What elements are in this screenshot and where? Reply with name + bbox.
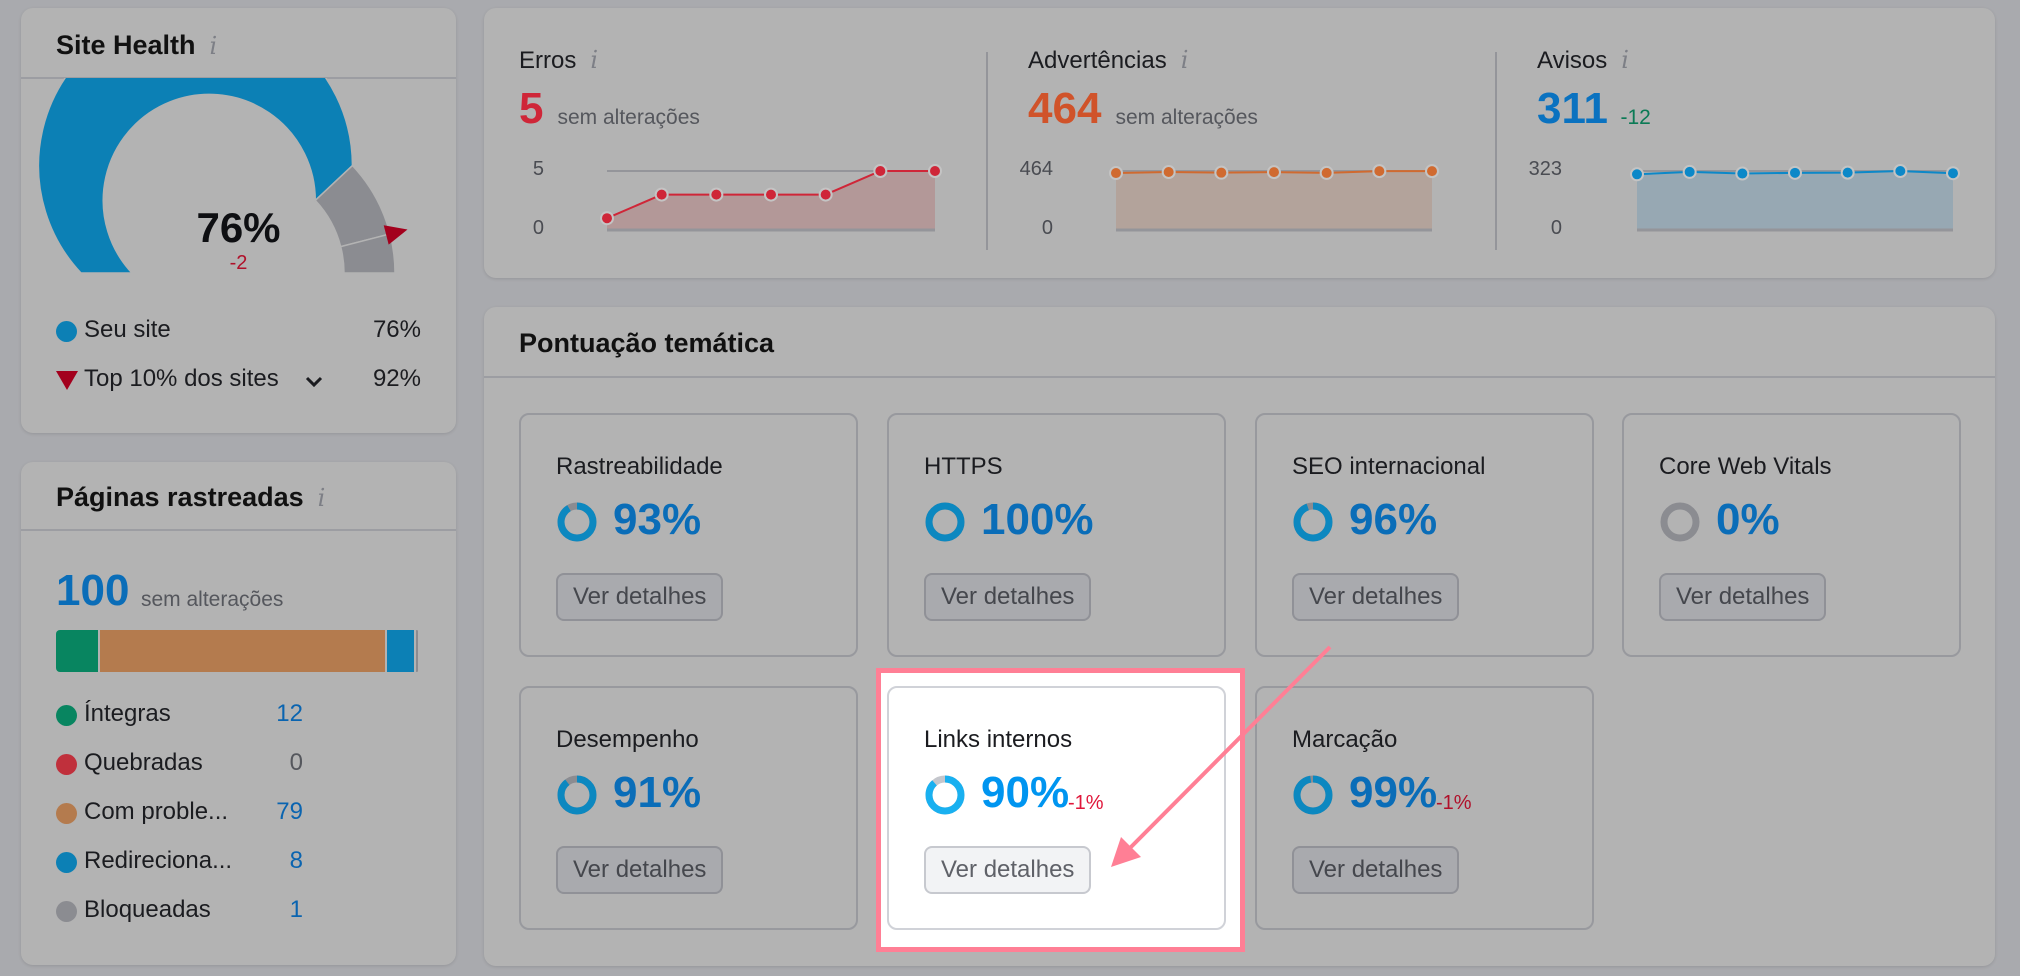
thematic-card: Links internos 90% -1% Ver detalhes bbox=[887, 686, 1226, 930]
chevron-down-icon[interactable] bbox=[305, 376, 323, 388]
site-health-gauge bbox=[37, 78, 408, 274]
crawled-legend-label: Redireciona... bbox=[84, 847, 233, 874]
sparkline-point[interactable] bbox=[1946, 166, 1960, 181]
sparkline-point[interactable] bbox=[1630, 167, 1644, 182]
site-health-title: Site Health i bbox=[56, 30, 217, 61]
crawled-legend-value[interactable]: 0 bbox=[221, 749, 303, 777]
issues-stats-panel: Erros i 5 sem alterações 5 0 Advertências i 464 s… bbox=[484, 8, 1995, 278]
legend-your-site-value: 76% bbox=[372, 316, 421, 343]
card-score[interactable]: 91% bbox=[613, 768, 701, 818]
site-health-title-text: Site Health bbox=[56, 30, 196, 60]
view-details-button[interactable]: Ver detalhes bbox=[1659, 573, 1827, 621]
card-title: HTTPS bbox=[924, 453, 1003, 480]
ring-progress bbox=[1293, 775, 1333, 815]
ring-progress bbox=[925, 502, 965, 542]
legend-dot-icon bbox=[56, 803, 77, 824]
card-score[interactable]: 0% bbox=[1716, 495, 1780, 545]
info-icon[interactable]: i bbox=[318, 484, 326, 512]
thematic-card: Rastreabilidade 93% Ver detalhes bbox=[519, 413, 858, 657]
card-score[interactable]: 99% bbox=[1349, 768, 1437, 818]
card-score[interactable]: 100% bbox=[981, 495, 1094, 545]
legend-dot-icon bbox=[56, 852, 77, 873]
card-title: Links internos bbox=[924, 726, 1073, 753]
crawled-total-note: sem alterações bbox=[141, 588, 284, 611]
crawled-legend-value[interactable]: 1 bbox=[221, 896, 303, 924]
crawled-legend-value[interactable]: 79 bbox=[221, 798, 303, 826]
bar-segment[interactable] bbox=[56, 630, 98, 672]
sparkline-point[interactable] bbox=[1840, 165, 1855, 180]
thematic-card: Marcação 99% -1% Ver detalhes bbox=[1255, 686, 1594, 930]
card-title: Marcação bbox=[1292, 726, 1398, 753]
card-title: Desempenho bbox=[556, 726, 699, 753]
thematic-title: Pontuação temática bbox=[519, 328, 775, 358]
view-details-button[interactable]: Ver detalhes bbox=[556, 573, 724, 621]
legend-top10-value: 92% bbox=[372, 365, 421, 392]
sparkline-area bbox=[1637, 171, 1953, 230]
crawled-legend-value[interactable]: 8 bbox=[221, 847, 303, 875]
ring-track bbox=[1660, 502, 1700, 542]
score-ring-icon bbox=[1293, 775, 1333, 815]
site-health-delta: -2 bbox=[229, 252, 248, 274]
legend-dot-icon bbox=[56, 901, 77, 922]
crawled-pages-title: Páginas rastreadas i bbox=[56, 482, 325, 513]
view-details-button[interactable]: Ver detalhes bbox=[924, 846, 1092, 894]
view-details-button[interactable]: Ver detalhes bbox=[924, 573, 1092, 621]
ring-progress bbox=[557, 502, 597, 542]
thematic-card: Core Web Vitals 0% Ver detalhes bbox=[1622, 413, 1961, 657]
crawled-legend-value[interactable]: 12 bbox=[221, 700, 303, 728]
crawled-legend-label: Íntegras bbox=[84, 700, 171, 727]
card-delta: -1% bbox=[1068, 792, 1104, 814]
sparkline-point[interactable] bbox=[1682, 164, 1697, 179]
card-delta: -1% bbox=[1436, 792, 1472, 814]
sparkline-point[interactable] bbox=[1893, 164, 1908, 178]
card-title: Core Web Vitals bbox=[1659, 453, 1832, 480]
info-icon[interactable]: i bbox=[210, 32, 218, 60]
ring-progress bbox=[925, 775, 965, 815]
view-details-button[interactable]: Ver detalhes bbox=[556, 846, 724, 894]
your-site-dot-icon bbox=[56, 321, 77, 342]
bar-segment[interactable] bbox=[387, 630, 415, 672]
score-ring-icon bbox=[557, 775, 597, 815]
score-ring-icon bbox=[1660, 502, 1700, 542]
crawled-total[interactable]: 100 bbox=[56, 566, 129, 616]
site-health-score: 76% bbox=[196, 204, 281, 251]
card-score[interactable]: 96% bbox=[1349, 495, 1437, 545]
score-ring-icon bbox=[925, 775, 965, 815]
legend-top10-label[interactable]: Top 10% dos sites bbox=[84, 365, 279, 393]
ring-progress bbox=[557, 775, 597, 815]
card-score[interactable]: 93% bbox=[613, 495, 701, 545]
score-ring-icon bbox=[1293, 502, 1333, 542]
sparkline-point[interactable] bbox=[1735, 166, 1750, 181]
stats-divider bbox=[986, 52, 988, 250]
score-ring-icon bbox=[557, 502, 597, 542]
ring-progress bbox=[1293, 502, 1333, 542]
thematic-card: HTTPS 100% Ver detalhes bbox=[887, 413, 1226, 657]
card-title: SEO internacional bbox=[1292, 453, 1486, 480]
score-ring-icon bbox=[925, 502, 965, 542]
sparkline-chart bbox=[1630, 164, 1960, 232]
view-details-button[interactable]: Ver detalhes bbox=[1292, 846, 1460, 894]
crawled-legend-label: Quebradas bbox=[84, 749, 203, 776]
legend-dot-icon bbox=[56, 705, 77, 726]
legend-your-site-label: Seu site bbox=[84, 316, 171, 343]
bar-segment[interactable] bbox=[416, 630, 419, 672]
crawled-legend-label: Bloqueadas bbox=[84, 896, 211, 923]
bar-segment[interactable] bbox=[99, 630, 386, 672]
triangle-down-icon bbox=[56, 371, 78, 390]
thematic-card: SEO internacional 96% Ver detalhes bbox=[1255, 413, 1594, 657]
card-score[interactable]: 90% bbox=[981, 768, 1069, 818]
legend-dot-icon bbox=[56, 754, 77, 775]
site-health-panel: Site Health i 76% -2 Seu site 76% Top 10%… bbox=[21, 8, 456, 433]
crawled-stacked-bar bbox=[56, 630, 420, 672]
view-details-button[interactable]: Ver detalhes bbox=[1292, 573, 1460, 621]
crawled-pages-title-text: Páginas rastreadas bbox=[56, 482, 304, 512]
crawled-legend-label: Com proble... bbox=[84, 798, 229, 825]
stats-divider bbox=[1495, 52, 1497, 250]
card-title: Rastreabilidade bbox=[556, 453, 723, 480]
sparkline-point[interactable] bbox=[1788, 165, 1802, 180]
crawled-pages-panel: Páginas rastreadas i 100 sem alterações Í… bbox=[21, 462, 456, 965]
thematic-card: Desempenho 91% Ver detalhes bbox=[519, 686, 858, 930]
